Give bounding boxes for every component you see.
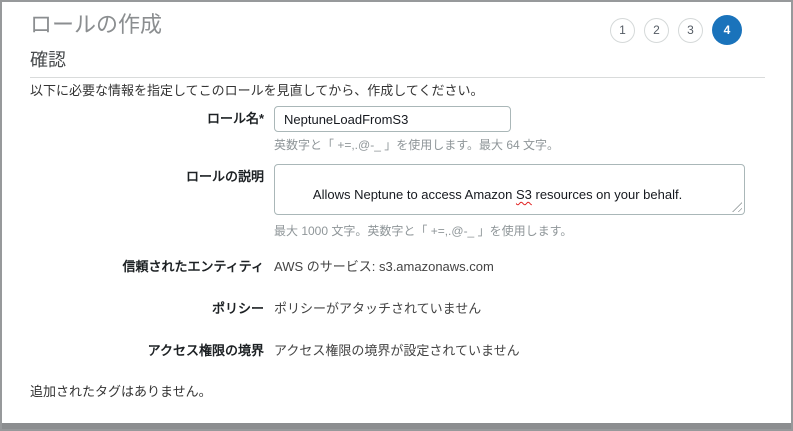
policies-value: ポリシーがアタッチされていません	[274, 301, 482, 316]
step-1-indicator[interactable]: 1	[610, 17, 635, 43]
role-name-label: ロール名*	[206, 111, 264, 126]
role-name-input[interactable]	[274, 106, 511, 132]
trusted-entities-row: 信頼されたエンティティ AWS のサービス: s3.amazonaws.com	[30, 259, 765, 275]
role-description-help-text: 最大 1000 文字。英数字と「 +=,.@-_ 」を使用します。	[274, 224, 573, 238]
review-intro-text: 以下に必要な情報を指定してこのロールを見直してから、作成してください。	[30, 83, 484, 98]
step-4-indicator-active[interactable]: 4	[712, 15, 742, 45]
step-2-indicator[interactable]: 2	[644, 17, 669, 43]
role-name-help-text: 英数字と「 +=,.@-_ 」を使用します。最大 64 文字。	[274, 138, 560, 152]
role-description-textarea[interactable]: Allows Neptune to access Amazon S3 resou…	[274, 164, 745, 215]
role-description-row: ロールの説明 Allows Neptune to access Amazon S…	[30, 164, 765, 215]
description-text-after: resources on your behalf.	[531, 187, 683, 202]
permissions-boundary-value: アクセス権限の境界が設定されていません	[274, 343, 520, 358]
tags-empty-note: 追加されたタグはありません。	[30, 384, 212, 399]
role-description-label: ロールの説明	[185, 169, 264, 184]
section-title-review: 確認	[30, 46, 765, 78]
step-3-indicator[interactable]: 3	[678, 17, 703, 43]
policies-row: ポリシー ポリシーがアタッチされていません	[30, 301, 765, 317]
footer-bar	[2, 423, 791, 429]
wizard-step-indicator: 1 2 3 4	[610, 15, 742, 45]
page-content: ロールの作成 1 2 3 4 確認 以下に必要な情報を指定してこのロールを見直し…	[2, 2, 791, 400]
description-text: Allows Neptune to access Amazon	[312, 187, 516, 202]
trusted-entities-label: 信頼されたエンティティ	[122, 259, 264, 274]
policies-label: ポリシー	[211, 301, 264, 316]
permissions-boundary-label: アクセス権限の境界	[147, 343, 264, 358]
description-misspelled-word: S3	[515, 187, 532, 202]
trusted-entities-value: AWS のサービス: s3.amazonaws.com	[274, 259, 494, 274]
permissions-boundary-row: アクセス権限の境界 アクセス権限の境界が設定されていません	[30, 343, 765, 359]
role-name-row: ロール名*	[30, 106, 765, 132]
create-role-page: ロールの作成 1 2 3 4 確認 以下に必要な情報を指定してこのロールを見直し…	[0, 0, 793, 431]
